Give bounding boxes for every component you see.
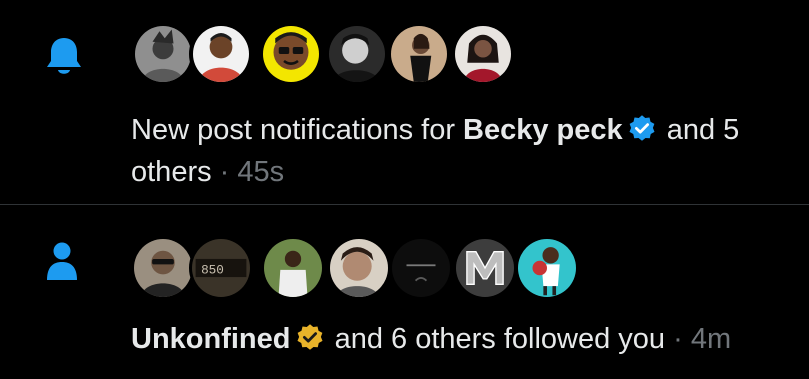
- svg-text:850: 850: [201, 262, 224, 277]
- verified-gold-icon: [297, 324, 322, 350]
- notification-suffix: and 6 others followed you: [334, 323, 666, 355]
- notification-text: New post notifications for Becky peck an…: [131, 110, 739, 150]
- avatar[interactable]: [453, 236, 517, 300]
- verified-blue-icon: [629, 115, 655, 141]
- notification-prefix: New post notifications for: [131, 114, 455, 146]
- separator-dot: ·: [673, 323, 683, 355]
- avatar[interactable]: [325, 22, 389, 86]
- avatar[interactable]: [131, 236, 195, 300]
- avatar[interactable]: [327, 236, 391, 300]
- notification-text-line2: others · 45s: [131, 152, 284, 192]
- person-icon: [47, 242, 77, 280]
- avatar[interactable]: [189, 22, 253, 86]
- avatar[interactable]: [261, 236, 325, 300]
- notification-others: others: [131, 156, 212, 188]
- avatar[interactable]: [387, 22, 451, 86]
- notification-followed[interactable]: 850 Unkonfined and 6 others followed you…: [0, 206, 809, 379]
- avatar[interactable]: [131, 22, 195, 86]
- user-name-link[interactable]: Unkonfined: [131, 323, 291, 355]
- timestamp: 4m: [690, 323, 732, 355]
- divider: [0, 204, 809, 205]
- notification-new-posts[interactable]: New post notifications for Becky peck an…: [0, 0, 809, 205]
- avatar[interactable]: 850: [189, 236, 253, 300]
- avatar[interactable]: [389, 236, 453, 300]
- avatar[interactable]: [515, 236, 579, 300]
- bell-icon: [47, 38, 81, 74]
- notification-suffix: and 5: [666, 114, 740, 146]
- timestamp: 45s: [237, 156, 285, 188]
- user-name-link[interactable]: Becky peck: [463, 114, 623, 146]
- avatar[interactable]: [451, 22, 515, 86]
- separator-dot: ·: [219, 156, 230, 188]
- notification-text: Unkonfined and 6 others followed you · 4…: [131, 319, 731, 359]
- avatar[interactable]: [259, 22, 323, 86]
